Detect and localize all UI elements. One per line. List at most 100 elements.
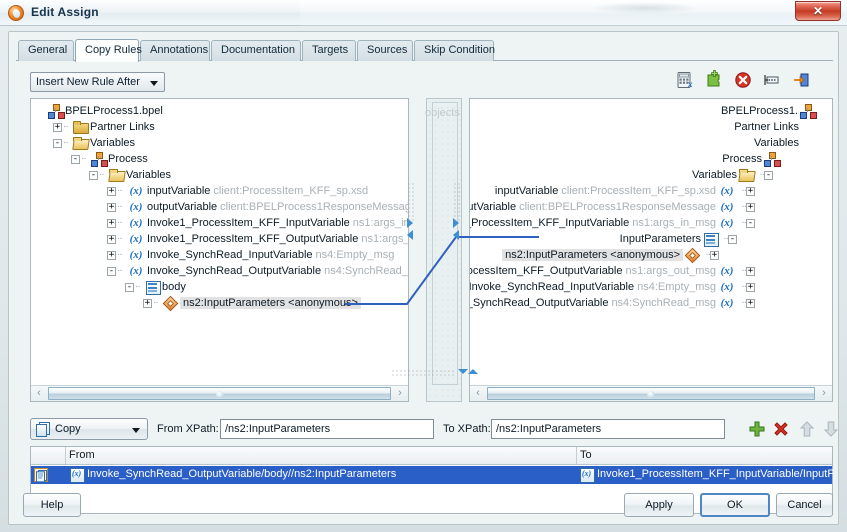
target-tree-node[interactable]: outputVariableclient:BPELProcess1Respons… [470, 199, 756, 215]
expand-toggle[interactable]: + [746, 266, 755, 276]
title-bar: Edit Assign ✕ [0, 0, 847, 26]
expand-toggle[interactable]: + [746, 298, 755, 308]
export-arrow-icon[interactable] [791, 70, 811, 90]
add-green-puzzle-icon[interactable] [704, 70, 724, 90]
source-tree-node[interactable]: + ·· (x) outputVariable client:BPELProcess1R… [107, 199, 408, 215]
target-tree-node[interactable]: Invoke1_ProcessItem_KFF_InputVariablens1… [470, 215, 756, 231]
target-tree-node[interactable]: Invoke_SynchRead_InputVariable ns4:Empty_… [470, 279, 756, 295]
source-tree-node[interactable]: - ·· Variables [89, 167, 171, 183]
target-tree-node[interactable]: Process [722, 151, 792, 168]
tree-connector: ·· [63, 121, 69, 133]
expand-toggle[interactable]: + [107, 202, 116, 212]
expand-toggle[interactable]: + [107, 186, 116, 196]
scroll-thumb[interactable] [487, 387, 815, 400]
expand-toggle[interactable]: + [710, 250, 719, 260]
ok-button[interactable]: OK [700, 493, 770, 517]
objects-label: objects [425, 107, 460, 119]
source-tree[interactable]: BPELProcess1.bpel + ·· Partner Links - ·· Vari… [31, 99, 408, 385]
function-calculator-icon[interactable]: x [675, 70, 695, 90]
collapse-toggle[interactable]: - [71, 154, 80, 164]
expand-toggle[interactable]: + [746, 186, 755, 196]
target-tree-node[interactable]: Partner Links [734, 119, 810, 135]
scroll-right-icon[interactable]: › [816, 386, 832, 401]
node-label: Variables [753, 137, 799, 150]
expand-toggle[interactable]: + [53, 122, 62, 132]
tab-targets[interactable]: Targets [302, 40, 356, 61]
scroll-left-icon[interactable]: ‹ [31, 386, 47, 401]
target-tree-node[interactable]: InputParameters ·· - [620, 231, 738, 248]
source-tree-node[interactable]: + ·· (x) Invoke1_ProcessItem_KFF_InputVaria… [107, 215, 408, 231]
close-icon[interactable]: ✕ [795, 1, 841, 21]
insert-rule-mode-value: Insert New Rule After [36, 76, 140, 88]
target-tree-node[interactable]: Variables [754, 135, 810, 151]
source-tree-hscrollbar[interactable]: ‹ › [31, 385, 408, 401]
target-tree-node[interactable]: Invoke1_ProcessItem_KFF_OutputVariablens… [470, 263, 756, 279]
tab-documentation[interactable]: Documentation [211, 40, 301, 61]
scroll-right-icon[interactable]: › [392, 386, 408, 401]
table-row[interactable]: Invoke_SynchRead_OutputVariable/body//ns… [31, 466, 833, 484]
scroll-left-icon[interactable]: ‹ [470, 386, 486, 401]
expand-toggle[interactable]: + [746, 202, 755, 212]
tab-sources[interactable]: Sources [357, 40, 413, 61]
delete-x-icon[interactable] [771, 419, 791, 439]
apply-button[interactable]: Apply [624, 493, 694, 517]
variable-icon: (x) [129, 233, 143, 246]
tree-connector: ·· [741, 265, 747, 277]
copy-operation-dropdown[interactable]: Copy [30, 418, 148, 440]
from-xpath-input[interactable]: /ns2:InputParameters [220, 419, 434, 439]
tab-skip-condition[interactable]: Skip Condition [414, 40, 495, 61]
column-header-from[interactable]: From [69, 449, 95, 461]
to-xpath-input[interactable]: /ns2:InputParameters [491, 419, 725, 439]
collapse-toggle[interactable]: - [125, 282, 134, 292]
variable-icon: (x) [129, 249, 143, 262]
collapse-toggle[interactable]: - [746, 218, 755, 228]
expand-toggle[interactable]: + [107, 250, 116, 260]
collapse-toggle[interactable]: - [53, 138, 62, 148]
target-tree-hscrollbar[interactable]: ‹ › [470, 385, 832, 401]
target-tree-node[interactable]: ns2:InputParameters <anonymous> ·· + [502, 247, 720, 263]
delete-red-circle-icon[interactable] [733, 70, 753, 90]
column-header-to[interactable]: To [580, 449, 592, 461]
source-tree-node[interactable]: + ·· (x) Invoke_SynchRead_InputVariable ns4:… [107, 247, 394, 263]
scroll-thumb[interactable] [48, 387, 391, 400]
tab-general[interactable]: General [18, 40, 74, 61]
target-tree[interactable]: BPELProcess1. Partner Links Variables Proce… [470, 99, 832, 385]
source-tree-node[interactable]: - ·· body [125, 279, 186, 296]
source-tree-node[interactable]: - ·· Process [71, 151, 148, 168]
collapse-toggle[interactable]: - [728, 234, 737, 244]
node-label: Partner Links [734, 121, 799, 134]
source-tree-node[interactable]: - ·· Variables [53, 135, 135, 151]
source-variables-panel: BPELProcess1.bpel + ·· Partner Links - ·· Vari… [30, 98, 409, 402]
source-tree-node[interactable]: + ·· ns2:InputParameters <anonymous> [143, 295, 361, 311]
tab-annotations[interactable]: Annotations [140, 40, 210, 61]
help-button[interactable]: Help [23, 493, 81, 517]
tree-connector: ·· [117, 233, 123, 245]
collapse-toggle[interactable]: - [89, 170, 98, 180]
collapse-toggle[interactable]: - [764, 170, 773, 180]
expand-field-icon[interactable] [762, 70, 782, 90]
insert-rule-mode-dropdown[interactable]: Insert New Rule After [30, 72, 165, 92]
add-plus-icon[interactable] [747, 419, 767, 439]
collapse-toggle[interactable]: - [107, 266, 116, 276]
element-diamond-icon [685, 248, 700, 262]
source-tree-node[interactable]: - ·· (x) Invoke_SynchRead_OutputVariable ns4… [107, 263, 408, 279]
tab-copy-rules[interactable]: Copy Rules [75, 39, 142, 62]
expand-toggle[interactable]: + [143, 298, 152, 308]
target-tree-node[interactable]: inputVariable client:ProcessItem_KFF_sp.x… [495, 183, 756, 199]
source-tree-node[interactable]: + ·· (x) Invoke1_ProcessItem_KFF_OutputVari… [107, 231, 408, 247]
expand-toggle[interactable]: + [107, 234, 116, 244]
cancel-button[interactable]: Cancel [776, 493, 833, 517]
bottom-grip-dots [391, 369, 455, 377]
node-type: client:BPELProcess1ResponseMessage [519, 201, 716, 214]
target-tree-node[interactable]: Variables ·· - [692, 167, 774, 183]
source-tree-node[interactable]: BPELProcess1.bpel [35, 103, 163, 120]
left-grip-dots [407, 182, 416, 222]
source-tree-node[interactable]: + ·· Partner Links [53, 119, 155, 135]
expand-toggle[interactable]: + [746, 282, 755, 292]
target-tree-node[interactable]: Invoke_SynchRead_OutputVariablens4:Synch… [470, 295, 756, 311]
collapse-arrows-icon[interactable] [457, 367, 479, 380]
target-tree-node[interactable]: BPELProcess1. [721, 103, 828, 120]
expand-toggle[interactable]: + [107, 218, 116, 228]
tree-connector: ·· [117, 201, 123, 213]
source-tree-node[interactable]: + ·· (x) inputVariable client:ProcessItem_KF… [107, 183, 368, 199]
